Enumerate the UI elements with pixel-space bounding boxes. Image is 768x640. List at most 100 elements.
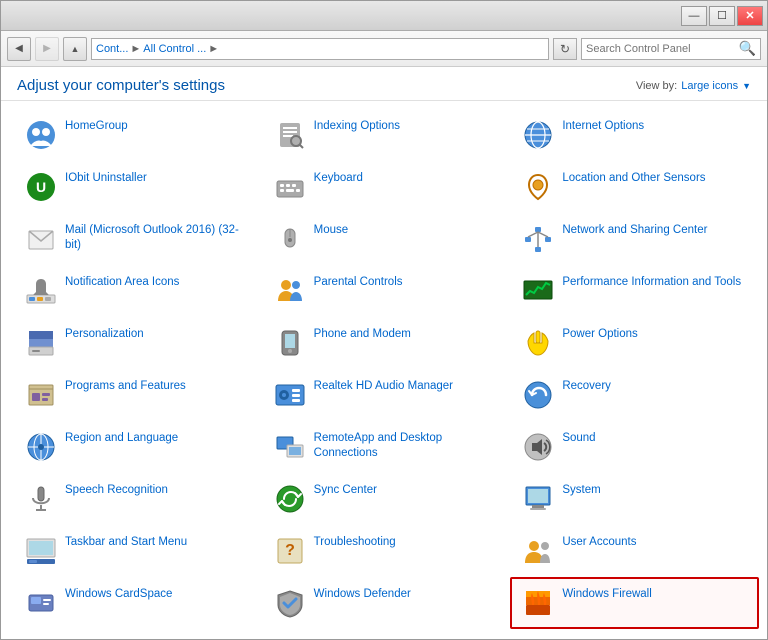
notification-icon [23, 273, 59, 309]
cp-item-windows-cardspace[interactable]: Windows CardSpace [13, 577, 262, 629]
maximize-button[interactable]: ☐ [709, 6, 735, 26]
cp-item-label-keyboard: Keyboard [314, 169, 363, 186]
cp-item-windows-update[interactable]: Windows Update [13, 629, 262, 639]
cp-item-taskbar-start[interactable]: Taskbar and Start Menu [13, 525, 262, 577]
sync-icon [272, 481, 308, 517]
cp-item-label-personalization: Personalization [65, 325, 144, 342]
page-title: Adjust your computer's settings [17, 77, 225, 94]
view-by-chevron[interactable]: ▼ [742, 81, 751, 91]
window-controls: ― ☐ ✕ [681, 6, 763, 26]
cp-item-internet-options[interactable]: Internet Options [510, 109, 759, 161]
cp-item-label-windows-defender: Windows Defender [314, 585, 411, 602]
cp-item-phone-modem[interactable]: Phone and Modem [262, 317, 511, 369]
cp-item-speech-recognition[interactable]: Speech Recognition [13, 473, 262, 525]
firewall-icon [520, 585, 556, 621]
cp-item-label-iobit-uninstaller: IObit Uninstaller [65, 169, 147, 186]
cp-item-recovery[interactable]: Recovery [510, 369, 759, 421]
breadcrumb-all-control[interactable]: All Control ... [143, 43, 206, 55]
cp-item-personalization[interactable]: Personalization [13, 317, 262, 369]
network-icon [520, 221, 556, 257]
search-icon[interactable]: 🔍 [739, 40, 756, 57]
view-by-label: View by: [636, 80, 677, 92]
breadcrumb-cont[interactable]: Cont... [96, 43, 128, 55]
cp-item-label-internet-options: Internet Options [562, 117, 644, 134]
cp-item-label-programs-features: Programs and Features [65, 377, 186, 394]
personalization-icon [23, 325, 59, 361]
up-button[interactable]: ▲ [63, 37, 87, 61]
cp-item-troubleshooting[interactable]: ? Troubleshooting [262, 525, 511, 577]
cp-item-windows-firewall[interactable]: Windows Firewall [510, 577, 759, 629]
content-area: Adjust your computer's settings View by:… [1, 67, 767, 639]
cp-item-sound[interactable]: Sound [510, 421, 759, 473]
programs-icon [23, 377, 59, 413]
cp-item-homegroup[interactable]: HomeGroup [13, 109, 262, 161]
indexing-icon [272, 117, 308, 153]
cardspace-icon [23, 585, 59, 621]
cp-item-region-language[interactable]: Region and Language [13, 421, 262, 473]
cp-item-label-power-options: Power Options [562, 325, 637, 342]
address-path[interactable]: Cont... ► All Control ... ► [91, 38, 549, 60]
cp-item-keyboard[interactable]: Keyboard [262, 161, 511, 213]
cp-item-location-sensors[interactable]: Location and Other Sensors [510, 161, 759, 213]
remoteapp-icon [272, 429, 308, 465]
cp-item-realtek-audio[interactable]: Realtek HD Audio Manager [262, 369, 511, 421]
cp-item-indexing-options[interactable]: Indexing Options [262, 109, 511, 161]
power-icon [520, 325, 556, 361]
phone-icon [272, 325, 308, 361]
cp-item-windows-defender[interactable]: Windows Defender [262, 577, 511, 629]
cp-item-label-taskbar-start: Taskbar and Start Menu [65, 533, 187, 550]
homegroup-icon [23, 117, 59, 153]
cp-item-notification-icons[interactable]: Notification Area Icons [13, 265, 262, 317]
address-bar: ◀ ▶ ▲ Cont... ► All Control ... ► ↻ 🔍 [1, 31, 767, 67]
troubleshooting-icon: ? [272, 533, 308, 569]
title-bar: ― ☐ ✕ [1, 1, 767, 31]
cp-item-iobit-uninstaller[interactable]: U IObit Uninstaller [13, 161, 262, 213]
cp-item-label-mouse: Mouse [314, 221, 349, 238]
cp-item-label-speech-recognition: Speech Recognition [65, 481, 168, 498]
cp-item-label-performance-info: Performance Information and Tools [562, 273, 741, 290]
cp-item-label-troubleshooting: Troubleshooting [314, 533, 396, 550]
cp-item-sync-center[interactable]: Sync Center [262, 473, 511, 525]
cp-item-mail-outlook[interactable]: Mail (Microsoft Outlook 2016) (32-bit) [13, 213, 262, 265]
cp-item-remoteapp[interactable]: RemoteApp and Desktop Connections [262, 421, 511, 473]
cp-item-performance-info[interactable]: Performance Information and Tools [510, 265, 759, 317]
parental-icon [272, 273, 308, 309]
refresh-button[interactable]: ↻ [553, 38, 577, 60]
location-icon [520, 169, 556, 205]
items-grid: HomeGroup Indexing Options Internet Option… [1, 101, 767, 639]
cp-item-label-windows-firewall: Windows Firewall [562, 585, 651, 602]
cp-item-parental-controls[interactable]: Parental Controls [262, 265, 511, 317]
cp-item-system[interactable]: System [510, 473, 759, 525]
cp-item-label-region-language: Region and Language [65, 429, 178, 446]
svg-text:U: U [36, 179, 46, 195]
cp-item-label-sound: Sound [562, 429, 595, 446]
cp-item-label-notification-icons: Notification Area Icons [65, 273, 179, 290]
minimize-button[interactable]: ― [681, 6, 707, 26]
control-panel-window: ― ☐ ✕ ◀ ▶ ▲ Cont... ► All Control ... ► … [0, 0, 768, 640]
cp-item-mouse[interactable]: Mouse [262, 213, 511, 265]
keyboard-icon [272, 169, 308, 205]
mouse-icon [272, 221, 308, 257]
cp-item-network-sharing[interactable]: Network and Sharing Center [510, 213, 759, 265]
content-header: Adjust your computer's settings View by:… [1, 67, 767, 101]
svg-text:?: ? [285, 542, 295, 559]
search-box[interactable]: 🔍 [581, 38, 761, 60]
view-by-value[interactable]: Large icons [681, 80, 738, 92]
speech-icon [23, 481, 59, 517]
defender-icon [272, 585, 308, 621]
cp-item-label-user-accounts: User Accounts [562, 533, 636, 550]
system-icon [520, 481, 556, 517]
users-icon [520, 533, 556, 569]
cp-item-power-options[interactable]: Power Options [510, 317, 759, 369]
cp-item-label-indexing-options: Indexing Options [314, 117, 400, 134]
cp-item-programs-features[interactable]: Programs and Features [13, 369, 262, 421]
forward-button[interactable]: ▶ [35, 37, 59, 61]
search-input[interactable] [586, 43, 739, 55]
close-button[interactable]: ✕ [737, 6, 763, 26]
region-icon [23, 429, 59, 465]
back-button[interactable]: ◀ [7, 37, 31, 61]
cp-item-label-recovery: Recovery [562, 377, 611, 394]
cp-item-user-accounts[interactable]: User Accounts [510, 525, 759, 577]
cp-item-label-location-sensors: Location and Other Sensors [562, 169, 705, 186]
cp-item-label-remoteapp: RemoteApp and Desktop Connections [314, 429, 501, 461]
